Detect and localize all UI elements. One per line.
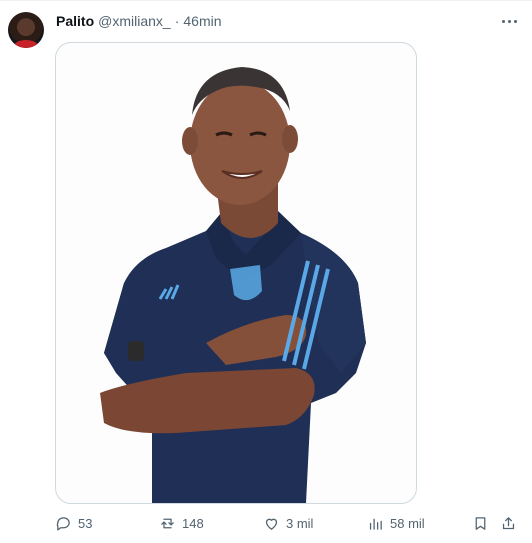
author-avatar[interactable]: [8, 12, 44, 48]
bookmark-button[interactable]: [472, 512, 489, 534]
share-button[interactable]: [500, 512, 517, 534]
views-button[interactable]: 58 mil: [367, 512, 425, 534]
more-options-button[interactable]: [496, 11, 522, 31]
repost-icon: [161, 518, 174, 528]
views-count: 58 mil: [390, 515, 425, 531]
post-image[interactable]: [55, 42, 417, 504]
bookmark-icon: [475, 516, 486, 530]
more-dot: [501, 19, 505, 23]
repost-button[interactable]: 148: [159, 512, 204, 534]
post-time[interactable]: 46min: [183, 12, 221, 30]
author-name[interactable]: Palito: [56, 12, 94, 30]
views-icon: [369, 518, 382, 530]
repost-count: 148: [182, 515, 204, 531]
ear-right: [282, 125, 298, 153]
top-divider: [0, 0, 532, 1]
more-dot: [513, 19, 517, 23]
action-bar: 53 148 3 mil 58 mil: [0, 512, 532, 534]
more-dot: [507, 19, 511, 23]
avatar-shirt: [14, 40, 38, 48]
author-handle[interactable]: @xmilianx_: [98, 12, 171, 30]
post-header: Palito @xmilianx_ · 46min: [56, 12, 222, 30]
head: [190, 81, 290, 205]
ear-left: [182, 127, 198, 155]
header-separator: ·: [174, 13, 180, 29]
heart-icon: [265, 518, 278, 530]
reply-button[interactable]: 53: [55, 512, 92, 534]
like-button[interactable]: 3 mil: [263, 512, 313, 534]
person-illustration: [100, 67, 366, 503]
reply-count: 53: [78, 515, 93, 531]
team-crest: [230, 265, 262, 301]
like-count: 3 mil: [286, 515, 314, 531]
watch: [128, 341, 144, 361]
reply-icon: [56, 516, 70, 531]
share-icon: [502, 516, 515, 529]
